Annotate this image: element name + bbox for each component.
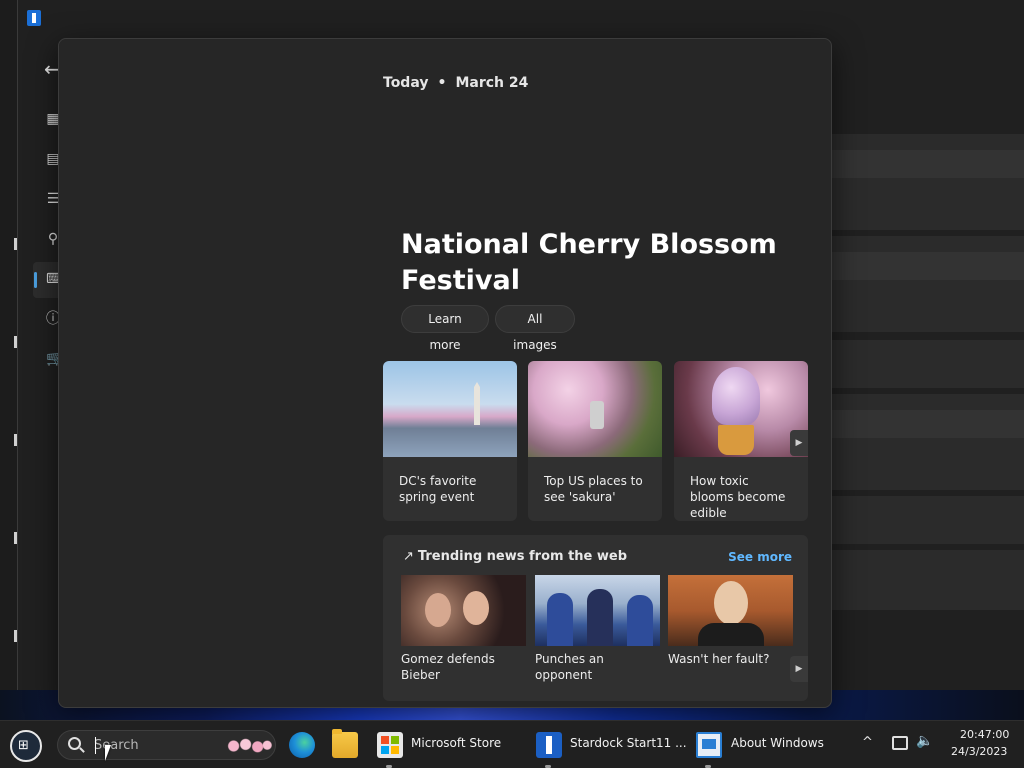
windows-logo-icon: ⊞ [18, 738, 29, 753]
learn-more-button[interactable]: Learn more [401, 305, 489, 352]
settings-row[interactable] [832, 236, 1024, 332]
icecream-image [674, 361, 808, 457]
card-caption: Top US places to see 'sakura' [544, 474, 643, 504]
news-image[interactable] [535, 575, 660, 646]
date-value: March 24 [455, 75, 529, 91]
desktop-icon-edge [14, 434, 17, 446]
folder-icon[interactable] [332, 729, 358, 758]
mouse-pointer-icon [105, 745, 117, 761]
about-icon[interactable] [696, 732, 722, 758]
start-button[interactable]: ⊞ [10, 730, 42, 762]
desktop-icon-edge [14, 630, 17, 642]
news-next-arrow-icon[interactable]: ▶ [790, 656, 808, 682]
story-card[interactable]: How toxic blooms become edible [674, 361, 808, 521]
settings-field[interactable] [832, 150, 1024, 178]
clock-date[interactable]: 24/3/2023 [951, 745, 1007, 758]
settings-row[interactable] [832, 340, 1024, 388]
taskbar-app-label[interactable]: Microsoft Store [411, 736, 501, 750]
desktop-icon-edge [14, 238, 17, 250]
story-card[interactable]: Top US places to see 'sakura' [528, 361, 662, 521]
taskbar-search[interactable] [57, 730, 276, 760]
cherry-blossom-icon [224, 738, 272, 754]
monument-image [383, 361, 517, 457]
settings-row[interactable] [832, 134, 1024, 230]
volume-icon[interactable]: 🔈 [916, 733, 933, 749]
settings-field[interactable] [832, 252, 1024, 280]
cards-next-arrow-icon[interactable]: ▶ [790, 430, 808, 456]
date-prefix: Today [383, 75, 429, 91]
garden-image [528, 361, 662, 457]
settings-row[interactable] [832, 496, 1024, 544]
trending-arrow-icon: ↗ [403, 549, 414, 564]
desktop-icon-edge [14, 532, 17, 544]
date-separator: • [437, 75, 447, 91]
text-caret [95, 737, 96, 754]
card-caption: DC's favorite spring event [399, 474, 477, 504]
chevron-up-icon[interactable]: ^ [862, 735, 873, 750]
news-caption[interactable]: Punches an opponent [535, 651, 660, 683]
news-image[interactable] [401, 575, 526, 646]
network-icon[interactable] [892, 736, 908, 750]
taskbar-app-label[interactable]: About Windows [731, 736, 824, 750]
news-caption[interactable]: Wasn't her fault? [668, 651, 793, 667]
store-icon[interactable] [377, 732, 403, 758]
news-caption[interactable]: Gomez defends Bieber [401, 651, 526, 683]
date-heading: Today • March 24 [383, 75, 528, 91]
news-image[interactable] [668, 575, 793, 646]
all-images-button[interactable]: All images [495, 305, 575, 352]
widget-panel: Today • March 24 National Cherry Blossom F… [58, 38, 832, 708]
story-card[interactable]: DC's favorite spring event [383, 361, 517, 521]
trending-heading-text: Trending news from the web [417, 549, 628, 564]
taskbar-app-label[interactable]: Stardock Start11 ... [570, 736, 687, 750]
taskbar: ⊞ Microsoft Store Stardock Start11 ... A… [0, 720, 1024, 768]
trending-news-section: ↗ Trending news from the web See more Gom… [383, 535, 808, 701]
trending-heading: ↗ Trending news from the web [403, 549, 627, 564]
search-icon [68, 737, 81, 750]
desktop-icon-edge [14, 336, 17, 348]
clock-time[interactable]: 20:47:00 [960, 728, 1009, 741]
stardock-icon[interactable] [536, 732, 562, 758]
settings-row[interactable] [832, 394, 1024, 490]
settings-row[interactable] [832, 550, 1024, 610]
hero-title[interactable]: National Cherry Blossom Festival [401, 227, 781, 299]
settings-field[interactable] [832, 410, 1024, 438]
stardock-app-icon [27, 10, 41, 26]
edge-icon[interactable] [289, 732, 315, 758]
card-caption: How toxic blooms become edible [690, 474, 786, 520]
see-more-link[interactable]: See more [728, 550, 792, 564]
